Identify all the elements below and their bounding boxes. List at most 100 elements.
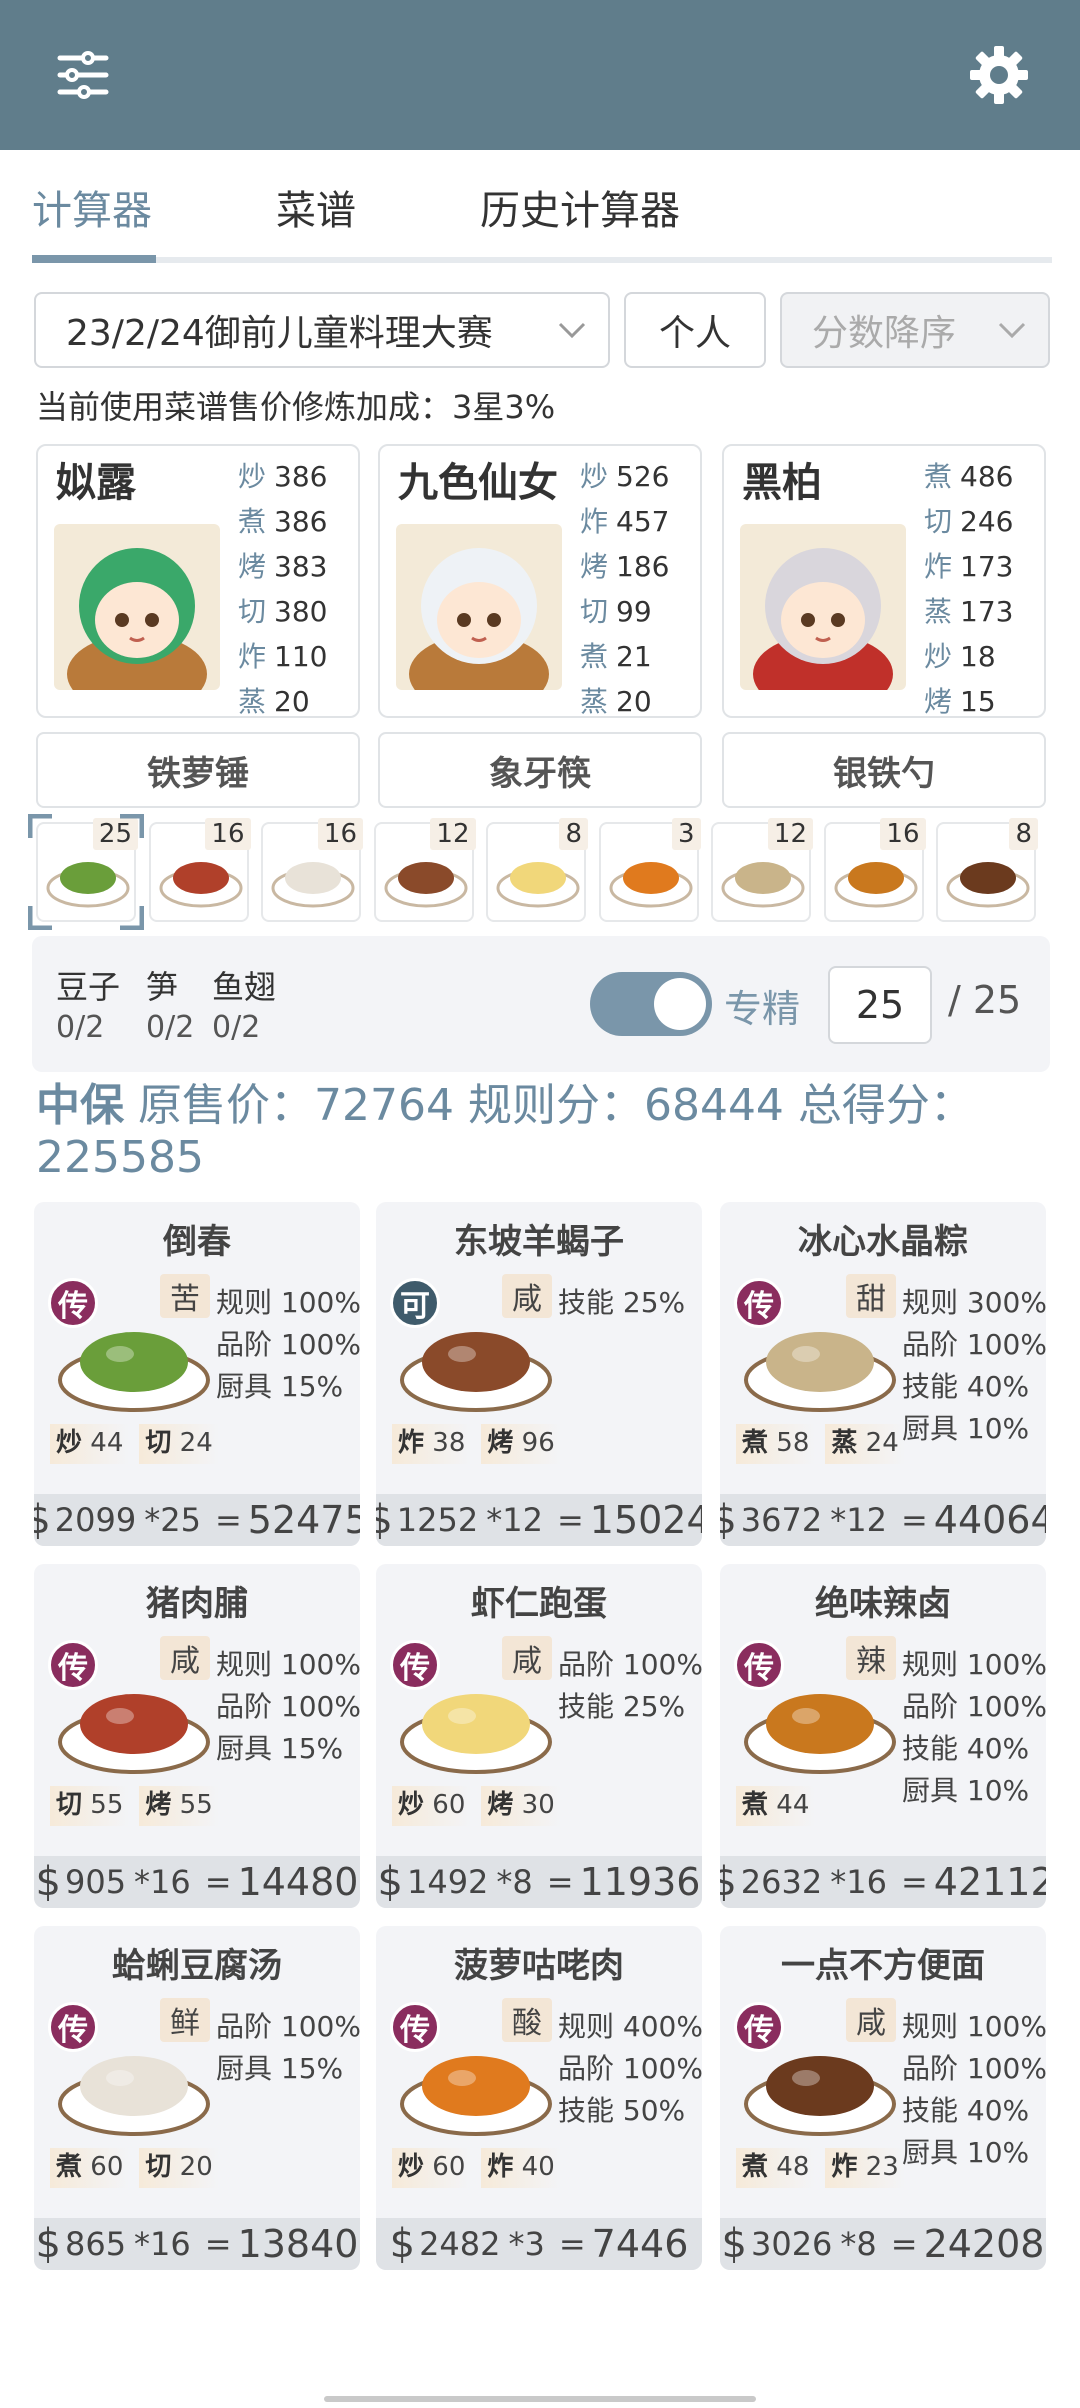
skill-type: 烤 — [238, 550, 267, 583]
flavor-tag: 咸 — [502, 1636, 552, 1680]
chef-skill-row: 炸 457 — [580, 499, 669, 544]
price-row: $1252 *12 = 15024 — [376, 1494, 702, 1546]
skill-value: 24 — [865, 1428, 899, 1458]
currency-symbol: $ — [376, 1497, 393, 1543]
skill-type: 蒸 — [238, 685, 267, 718]
rarity-badge: 传 — [734, 2002, 784, 2052]
recipe-card[interactable]: 一点不方便面传咸规则 100% 品阶 100% 技能 40% 厨具 10% 煮 48 炸 … — [720, 1926, 1046, 2270]
recipe-thumbnail[interactable]: 16 — [148, 818, 251, 922]
chef-avatar — [396, 524, 562, 690]
bonus-item: 品阶 100% — [558, 2052, 702, 2085]
recipe-card[interactable]: 东坡羊蝎子可咸技能 25% 炸 38 烤 96 $1252 *12 = 15024 — [376, 1202, 702, 1546]
chef-card[interactable]: 九色仙女炒 526 炸 457 烤 186 切 99 煮 21 蒸 20 — [378, 444, 702, 718]
settings-gear-icon[interactable] — [962, 38, 1036, 112]
currency-symbol: $ — [721, 2221, 747, 2267]
recipe-thumbnail[interactable]: 12 — [711, 818, 813, 922]
currency-symbol: $ — [720, 1859, 737, 1905]
bonus-item: 技能 40% — [902, 1370, 1030, 1403]
tab-history-calculator[interactable]: 历史计算器 — [480, 178, 680, 236]
recipe-thumbnail[interactable]: 12 — [373, 818, 476, 922]
chef-skill-row: 蒸 20 — [238, 679, 327, 724]
recipe-card[interactable]: 蛤蜊豆腐汤传鲜品阶 100% 厨具 15% 煮 60 切 20 $865 *16 = 1384… — [34, 1926, 360, 2270]
quantity-input[interactable]: 25 — [828, 966, 932, 1044]
skill-requirement: 烤 96 — [481, 1424, 561, 1464]
recipe-card[interactable]: 菠萝咕咾肉传酸规则 400% 品阶 100% 技能 50% 炒 60 炸 40 $2482… — [376, 1926, 702, 2270]
skill-type: 烤 — [487, 1428, 514, 1458]
chef-skill-row: 切 99 — [580, 589, 669, 634]
skill-value: 38 — [432, 1428, 466, 1458]
chef-skill-row: 切 246 — [924, 499, 1013, 544]
bonus-list: 规则 300% 品阶 100% 技能 40% 厨具 10% — [902, 1282, 1046, 1450]
skill-type: 炒 — [56, 1428, 83, 1458]
skill-type: 切 — [238, 595, 267, 628]
chef-card[interactable]: 黑柏煮 486 切 246 炸 173 蒸 173 炒 18 烤 15 — [722, 444, 1046, 718]
contest-dropdown[interactable]: 23/2/24御前儿童料理大赛 — [34, 292, 610, 368]
tool-slot-1[interactable]: 铁萝锤 — [36, 732, 360, 808]
chef-skill-list: 炒 386 煮 386 烤 383 切 380 炸 110 蒸 20 — [238, 454, 327, 724]
specialize-toggle[interactable] — [590, 972, 712, 1036]
tool-slot-2[interactable]: 象牙筷 — [378, 732, 702, 808]
skill-requirement: 切 20 — [139, 2148, 219, 2188]
rarity-badge: 传 — [734, 1640, 784, 1690]
equals-sign: = — [890, 2225, 918, 2263]
skill-requirement: 炸 38 — [392, 1424, 472, 1464]
recipe-card[interactable]: 倒春传苦规则 100% 品阶 100% 厨具 15% 炒 44 切 24 $2099 *25… — [34, 1202, 360, 1546]
recipe-card[interactable]: 冰心水晶粽传甜规则 300% 品阶 100% 技能 40% 厨具 10% 煮 58 蒸 2… — [720, 1202, 1046, 1546]
recipe-quantity-badge: 16 — [317, 818, 363, 850]
tab-calculator[interactable]: 计算器 — [32, 178, 152, 236]
recipe-card[interactable]: 虾仁跑蛋传咸品阶 100% 技能 25% 炒 60 烤 30 $1492 *8 = 11936 — [376, 1564, 702, 1908]
filter-sliders-icon[interactable] — [46, 38, 120, 112]
recipe-thumbnail[interactable]: 8 — [486, 818, 588, 922]
flavor-tag: 咸 — [502, 1274, 552, 1318]
recipe-thumbnail[interactable]: 16 — [261, 818, 363, 922]
skill-value: 44 — [776, 1790, 810, 1820]
material-name: 笋 — [146, 968, 179, 1006]
chef-skill-row: 切 380 — [238, 589, 327, 634]
quantity-max: / 25 — [948, 978, 1022, 1022]
quantity-multiplier: *12 — [486, 1501, 543, 1539]
skill-value: 55 — [90, 1790, 124, 1820]
unit-price: 2099 — [54, 1501, 137, 1539]
skill-type: 炸 — [487, 2152, 514, 2182]
chef-skill-list: 炒 526 炸 457 烤 186 切 99 煮 21 蒸 20 — [580, 454, 669, 724]
currency-symbol: $ — [35, 2221, 61, 2267]
unit-price: 2632 — [740, 1863, 823, 1901]
skill-requirements: 煮 44 — [736, 1786, 816, 1826]
chef-skill-row: 煮 21 — [580, 634, 669, 679]
quantity-multiplier: *12 — [830, 1501, 887, 1539]
flavor-tag: 辣 — [846, 1636, 896, 1680]
recipe-thumbnail[interactable]: 16 — [823, 818, 926, 922]
currency-symbol: $ — [720, 1497, 737, 1543]
rarity-badge: 传 — [734, 1278, 784, 1328]
bonus-list: 规则 100% 品阶 100% 厨具 15% — [216, 1282, 360, 1408]
contest-dropdown-value: 23/2/24御前儿童料理大赛 — [66, 313, 493, 354]
skill-requirements: 切 55 烤 55 — [50, 1786, 219, 1826]
sort-dropdown[interactable]: 分数降序 — [780, 292, 1050, 368]
total-price: 42112 — [933, 1860, 1046, 1904]
skill-value: 20 — [179, 2152, 213, 2182]
recipe-card[interactable]: 绝味辣卤传 辣规则 100% 品阶 100% 技能 40% 厨具 10% 煮 44 $263… — [720, 1564, 1046, 1908]
recipe-title: 绝味辣卤 — [815, 1584, 951, 1624]
bonus-list: 规则 100% 品阶 100% 技能 40% 厨具 10% — [902, 2006, 1046, 2174]
chef-skill-list: 煮 486 切 246 炸 173 蒸 173 炒 18 烤 15 — [924, 454, 1013, 724]
quantity-multiplier: *8 — [840, 2225, 877, 2263]
recipe-thumbnail[interactable]: 3 — [598, 818, 701, 922]
price-bonus-text: 当前使用菜谱售价修炼加成：3星3% — [36, 388, 556, 426]
mode-label: 个人 — [658, 313, 731, 354]
recipe-thumbnail[interactable]: 8 — [936, 818, 1038, 922]
chef-card[interactable]: 姒露炒 386 煮 386 烤 383 切 380 炸 110 蒸 20 — [36, 444, 360, 718]
skill-type: 蒸 — [831, 1428, 858, 1458]
skill-type: 烤 — [580, 550, 609, 583]
dish-icon — [271, 862, 355, 908]
bonus-item: 厨具 15% — [216, 2052, 344, 2085]
skill-type: 切 — [924, 505, 953, 538]
recipe-card[interactable]: 猪肉脯传咸规则 100% 品阶 100% 厨具 15% 切 55 烤 55 $905 *16… — [34, 1564, 360, 1908]
skill-type: 煮 — [924, 460, 953, 493]
quantity-multiplier: *16 — [134, 1863, 191, 1901]
tool-slot-3[interactable]: 银铁勺 — [722, 732, 1046, 808]
skill-type: 炸 — [238, 640, 267, 673]
mode-button[interactable]: 个人 — [624, 292, 766, 368]
bonus-list: 规则 400% 品阶 100% 技能 50% — [558, 2006, 702, 2132]
flavor-tag: 酸 — [502, 1998, 552, 2042]
tab-recipes[interactable]: 菜谱 — [276, 178, 356, 236]
